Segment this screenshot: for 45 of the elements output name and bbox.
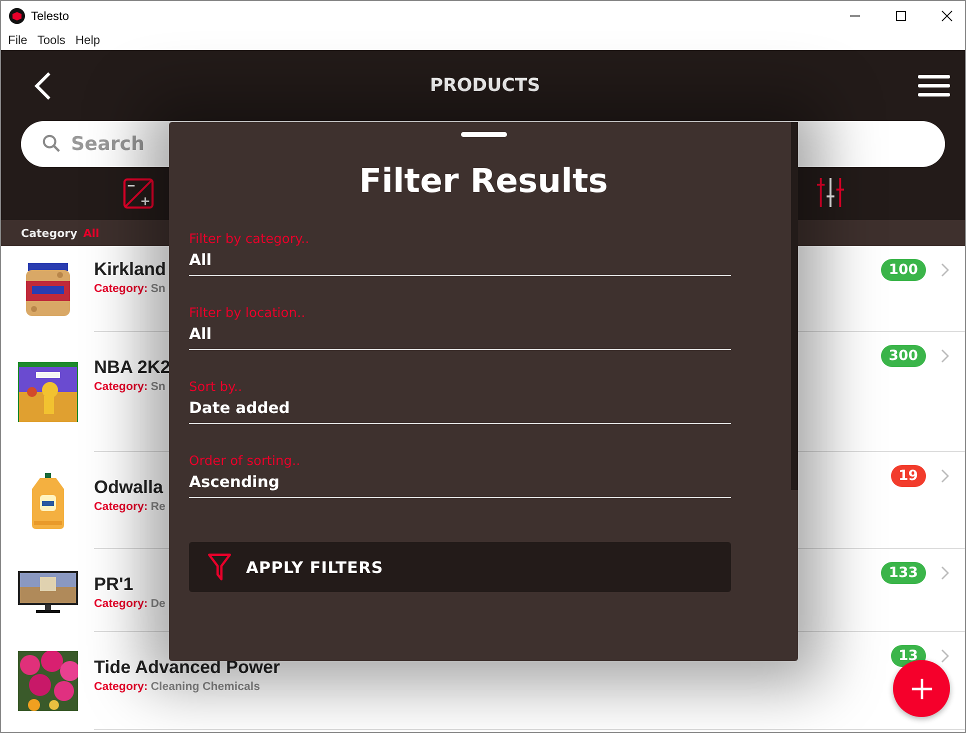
category-value: Re [150,501,166,513]
menu-icon[interactable] [918,74,950,96]
window-title: Telesto [31,8,70,22]
category-value: De [150,598,166,610]
add-button[interactable] [893,660,950,717]
category-label: Category: [94,681,148,693]
dropdown-field[interactable]: Filter by category.. All [189,232,731,276]
page-title: PRODUCTS [430,75,540,96]
category-label: Category: [94,501,148,513]
product-name: Kirkland [94,259,166,280]
category-label: Category: [94,598,148,610]
search-icon [42,134,61,153]
category-value: Cleaning Chemicals [150,681,260,693]
count-badge: 300 [880,345,926,367]
product-name: Odwalla [94,477,164,498]
category-label: Category: [94,381,148,393]
dropdown-field[interactable]: Order of sorting.. Ascending [189,454,731,498]
count-badge: 19 [890,465,926,487]
close-icon[interactable] [941,10,953,22]
funnel-icon [207,552,232,582]
maximize-icon[interactable] [895,10,907,22]
count-badge: 133 [880,562,926,584]
count-badge: 100 [880,259,926,281]
menu-item[interactable]: Tools [37,33,66,47]
category-value: Sn [150,283,166,295]
category-value: All [83,226,100,240]
product-name: NBA 2K2 [94,357,170,378]
search-input[interactable]: Search [71,121,271,167]
plus-icon [910,678,932,700]
product-name: Tide Advanced Power [94,657,280,678]
category-value: Sn [150,381,166,393]
back-icon[interactable] [34,70,52,100]
menu-item[interactable]: Help [75,33,100,47]
exposure-icon[interactable] [123,178,154,209]
category-label: Category: [94,283,148,295]
panel-title: Filter Results [359,161,608,200]
drag-handle[interactable] [460,132,506,137]
dropdown-field[interactable]: Sort by.. Date added [189,380,731,424]
apply-filters-button[interactable]: APPLY FILTERS [189,542,731,592]
category-label: Category [21,226,78,240]
app-logo-icon [9,8,25,24]
product-name: PR'1 [94,574,134,595]
sliders-icon[interactable] [816,178,845,209]
dropdown-field[interactable]: Filter by location.. All [189,306,731,350]
menu-item[interactable]: File [8,33,28,47]
